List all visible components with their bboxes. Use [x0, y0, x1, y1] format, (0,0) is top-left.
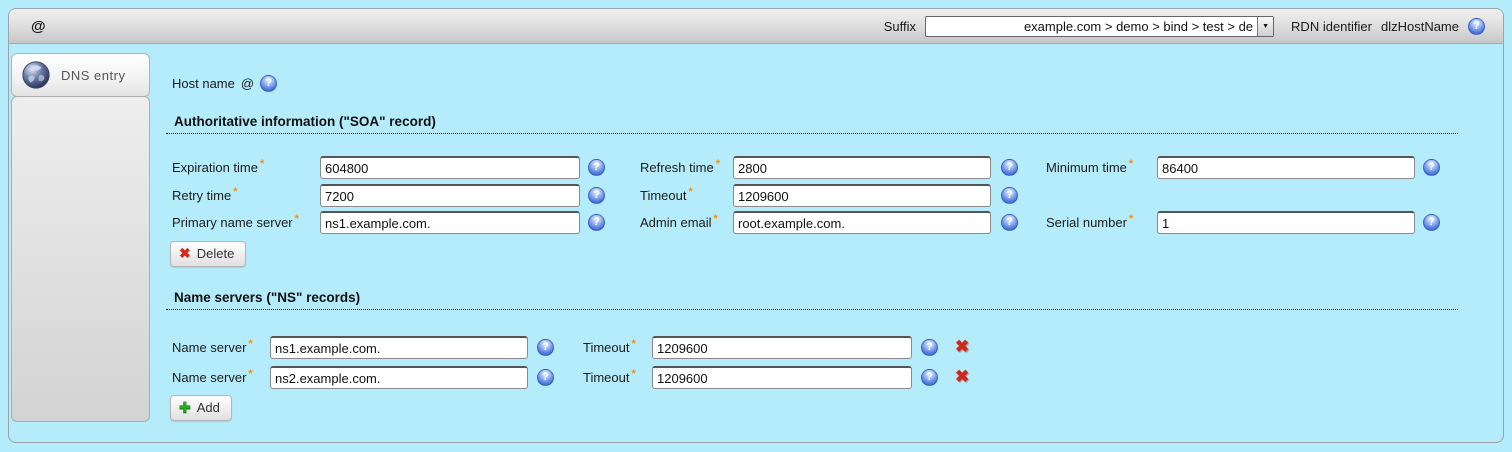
required-marker: *	[260, 158, 264, 170]
refresh-time-input[interactable]	[733, 156, 991, 179]
page-title: @	[31, 18, 46, 35]
delete-button-label: Delete	[197, 246, 235, 261]
title-bar: @ Suffix example.com > demo > bind > tes…	[9, 9, 1503, 44]
serial-number-label: Serial number*	[1046, 211, 1133, 234]
required-marker: *	[248, 338, 252, 350]
name-server-input[interactable]	[270, 366, 528, 389]
help-icon[interactable]: ?	[1001, 159, 1018, 176]
host-name-label: Host name	[172, 72, 235, 95]
expiration-time-label: Expiration time*	[172, 156, 264, 179]
help-icon[interactable]: ?	[921, 339, 938, 356]
help-icon[interactable]: ?	[1423, 214, 1440, 231]
minimum-time-input[interactable]	[1157, 156, 1415, 179]
suffix-select-value: example.com > demo > bind > test > de	[926, 19, 1257, 34]
add-icon: ✚	[179, 399, 191, 416]
primary-name-server-label: Primary name server*	[172, 211, 299, 234]
ns-section-title: Name servers ("NS" records)	[166, 290, 1458, 310]
globe-icon	[21, 60, 51, 90]
refresh-time-label: Refresh time*	[640, 156, 720, 179]
required-marker: *	[248, 368, 252, 380]
soa-section-title: Authoritative information ("SOA" record)	[166, 114, 1458, 134]
ns-timeout-label: Timeout*	[583, 336, 636, 359]
required-marker: *	[631, 338, 635, 350]
suffix-select[interactable]: example.com > demo > bind > test > de ▼	[925, 16, 1274, 37]
remove-name-server-icon[interactable]: ✖	[955, 338, 969, 356]
help-icon[interactable]: ?	[537, 369, 554, 386]
ns-timeout-input[interactable]	[652, 366, 912, 389]
name-server-input[interactable]	[270, 336, 528, 359]
chevron-down-icon[interactable]: ▼	[1257, 17, 1273, 36]
required-marker: *	[714, 213, 718, 225]
delete-button[interactable]: ✖ Delete	[170, 241, 246, 267]
help-icon[interactable]: ?	[537, 339, 554, 356]
host-name-value: @	[241, 72, 254, 95]
admin-email-label: Admin email*	[640, 211, 718, 234]
help-icon[interactable]: ?	[588, 187, 605, 204]
admin-email-input[interactable]	[733, 211, 991, 234]
help-icon[interactable]: ?	[1468, 18, 1485, 35]
help-icon[interactable]: ?	[1001, 214, 1018, 231]
required-marker: *	[688, 186, 692, 198]
help-icon[interactable]: ?	[1001, 187, 1018, 204]
timeout-label: Timeout*	[640, 184, 693, 207]
ns-timeout-label: Timeout*	[583, 366, 636, 389]
timeout-input[interactable]	[733, 184, 991, 207]
help-icon[interactable]: ?	[588, 159, 605, 176]
delete-icon: ✖	[179, 245, 191, 262]
help-icon[interactable]: ?	[588, 214, 605, 231]
help-icon[interactable]: ?	[921, 369, 938, 386]
required-marker: *	[295, 213, 299, 225]
name-server-label: Name server*	[172, 336, 253, 359]
title-bar-right: Suffix example.com > demo > bind > test …	[884, 16, 1485, 37]
required-marker: *	[631, 368, 635, 380]
tab-dns-entry[interactable]: DNS entry	[11, 53, 150, 97]
ns-timeout-input[interactable]	[652, 336, 912, 359]
serial-number-input[interactable]	[1157, 211, 1415, 234]
add-button-label: Add	[197, 400, 220, 415]
help-icon[interactable]: ?	[1423, 159, 1440, 176]
sidebar-body	[11, 96, 150, 422]
required-marker: *	[233, 186, 237, 198]
required-marker: *	[1129, 213, 1133, 225]
required-marker: *	[716, 158, 720, 170]
help-icon[interactable]: ?	[260, 75, 277, 92]
required-marker: *	[1129, 158, 1133, 170]
rdn-identifier-label: RDN identifier	[1291, 19, 1372, 34]
retry-time-input[interactable]	[320, 184, 580, 207]
expiration-time-input[interactable]	[320, 156, 580, 179]
add-button[interactable]: ✚ Add	[170, 395, 232, 421]
suffix-label: Suffix	[884, 19, 916, 34]
name-server-label: Name server*	[172, 366, 253, 389]
retry-time-label: Retry time*	[172, 184, 238, 207]
tab-dns-entry-label: DNS entry	[61, 68, 125, 83]
minimum-time-label: Minimum time*	[1046, 156, 1133, 179]
host-name-row: Host name @ ?	[172, 72, 277, 95]
primary-name-server-input[interactable]	[320, 211, 580, 234]
rdn-identifier-value: dlzHostName	[1381, 19, 1459, 34]
remove-name-server-icon[interactable]: ✖	[955, 368, 969, 386]
